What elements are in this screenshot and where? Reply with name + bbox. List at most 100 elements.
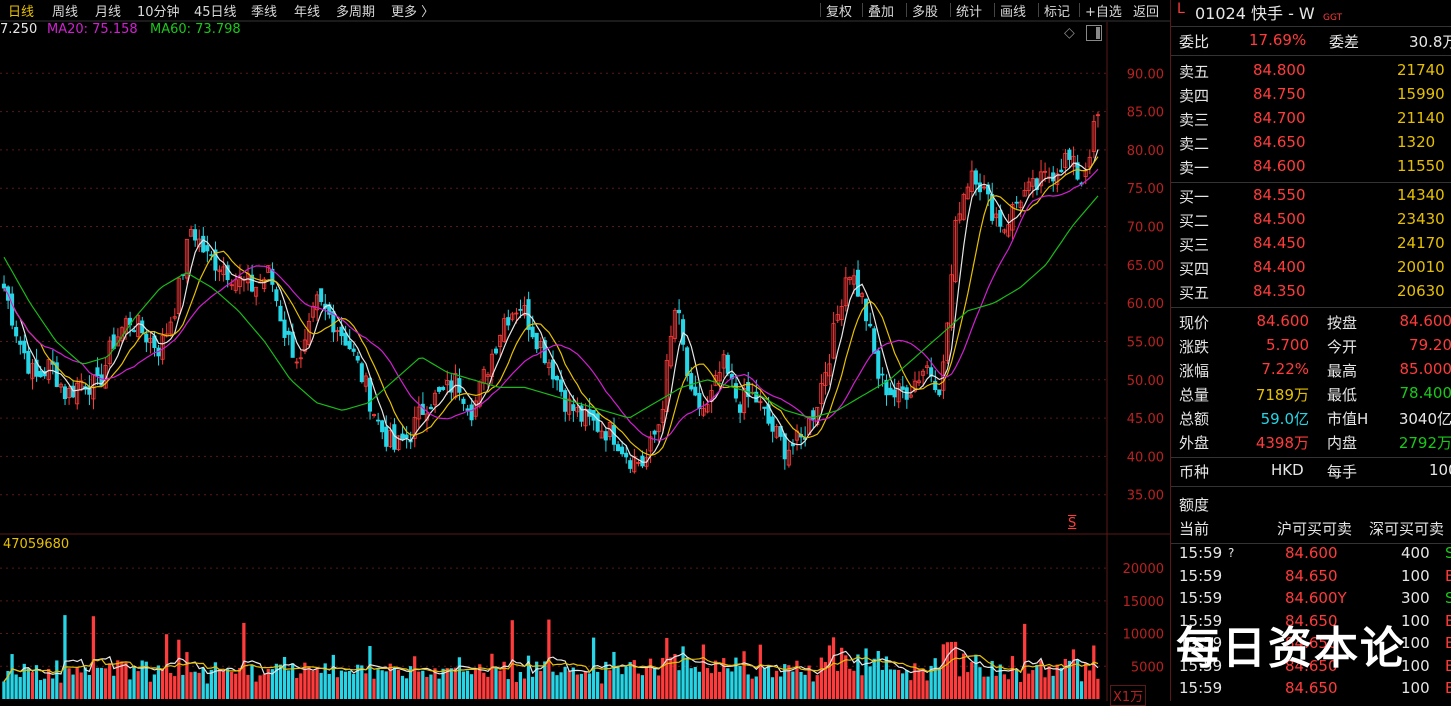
- volume-bar: [95, 667, 100, 699]
- volume-unit: X1万: [1110, 685, 1147, 706]
- panel-divider: [1171, 182, 1451, 183]
- currency-value: HKD: [1271, 461, 1304, 479]
- candle-body: [554, 375, 560, 381]
- volume-bar: [384, 671, 388, 699]
- volume-bar: [2, 681, 6, 699]
- volume-bar: [506, 679, 510, 699]
- volume-bar: [848, 668, 852, 699]
- volume-bar: [819, 657, 823, 699]
- ma20-legend: MA20: 75.158: [47, 22, 138, 37]
- volume-bar: [770, 677, 775, 699]
- volume-bar: [457, 657, 462, 699]
- volume-bar: [319, 672, 323, 699]
- stat-label: 最低: [1327, 386, 1358, 404]
- price-tick-label: 35.00: [1127, 489, 1164, 504]
- candle-body: [347, 340, 352, 350]
- volume-bar: [689, 668, 693, 699]
- candle-body: [559, 379, 564, 392]
- volume-bar: [827, 645, 832, 699]
- volume-bar: [197, 672, 201, 699]
- volume-bar: [380, 670, 384, 699]
- trade-price: 84.600Y: [1285, 589, 1347, 607]
- volume-bar: [1035, 664, 1039, 699]
- volume-bar: [79, 672, 83, 699]
- candle-body: [876, 350, 881, 379]
- buy-level-price: 84.400: [1253, 258, 1306, 276]
- ma5-legend: 7.250: [0, 22, 38, 37]
- candle-body: [506, 317, 511, 326]
- candle-body: [652, 430, 657, 435]
- volume-bar: [1063, 658, 1067, 699]
- volume-bar: [921, 668, 925, 699]
- volume-bar: [417, 671, 421, 699]
- candle-body: [892, 389, 897, 398]
- volume-bar: [327, 673, 331, 699]
- volume-bar: [103, 668, 108, 699]
- price-tick-label: 60.00: [1127, 297, 1164, 312]
- volume-bar: [14, 674, 18, 699]
- volume-bar: [364, 673, 368, 699]
- volume-bar: [490, 653, 494, 699]
- volume-bar: [905, 669, 909, 699]
- volume-bar: [286, 670, 291, 699]
- volume-bar: [67, 668, 71, 699]
- candle-body: [904, 387, 909, 400]
- volume-bar: [962, 653, 966, 699]
- volume-bar: [563, 666, 567, 699]
- volume-bar: [535, 661, 539, 699]
- candle-body: [937, 389, 942, 396]
- candle-body: [205, 245, 210, 252]
- price-tick-label: 70.00: [1127, 221, 1164, 236]
- volume-bar: [400, 675, 405, 699]
- quota-label: 额度: [1179, 496, 1210, 514]
- volume-bar: [1031, 670, 1035, 699]
- volume-bar: [966, 672, 970, 699]
- volume-bar: [437, 678, 441, 699]
- candle-body: [973, 170, 978, 185]
- volume-bar: [941, 644, 945, 699]
- volume-bar: [628, 662, 632, 699]
- volume-bar: [339, 670, 344, 699]
- volume-bar: [1010, 656, 1015, 699]
- diamond-icon[interactable]: ◇: [1064, 25, 1075, 41]
- candlestick-chart[interactable]: 90.00 85.00 80.00 75.00 70.00 65.00 60.00 55.00…: [0, 0, 1170, 701]
- s-marker: S: [1068, 516, 1077, 531]
- volume-bar: [937, 667, 941, 699]
- volume-bar: [522, 678, 527, 699]
- volume-bar: [335, 677, 340, 699]
- volume-bar: [539, 670, 543, 699]
- volume-bar: [657, 675, 661, 699]
- volume-bar: [368, 646, 372, 699]
- volume-bar: [888, 669, 893, 699]
- volume-bar: [189, 672, 193, 699]
- volume-bar: [343, 671, 348, 699]
- sell-level-label: 卖一: [1179, 159, 1210, 177]
- volume-bar: [156, 665, 161, 699]
- volume-bar: [173, 676, 177, 699]
- volume-bar: [425, 676, 429, 699]
- candle-body: [193, 229, 198, 241]
- trade-price: 84.650: [1285, 679, 1338, 697]
- volume-bar: [392, 667, 396, 699]
- volume-bar: [254, 681, 258, 699]
- volume-bar: [685, 657, 689, 699]
- volume-bar: [762, 668, 767, 699]
- volume-bar: [238, 667, 242, 699]
- stat-label: 涨跌: [1179, 338, 1210, 356]
- volume-bar: [136, 671, 140, 699]
- volume-bar: [514, 681, 518, 699]
- volume-bar: [953, 641, 958, 699]
- volume-header: 47059680: [3, 537, 70, 552]
- buy-level-volume: 23430: [1397, 210, 1445, 228]
- panel-toggle-icon[interactable]: [1086, 25, 1102, 41]
- volume-bar: [474, 668, 478, 699]
- volume-bar: [469, 674, 474, 699]
- candle-body: [595, 413, 600, 432]
- volume-bar: [449, 668, 453, 699]
- volume-bar: [295, 677, 299, 699]
- volume-bar: [884, 656, 889, 699]
- candle-body: [282, 319, 287, 338]
- volume-bar: [282, 656, 287, 699]
- volume-bar: [896, 669, 901, 699]
- volume-bar: [840, 647, 844, 699]
